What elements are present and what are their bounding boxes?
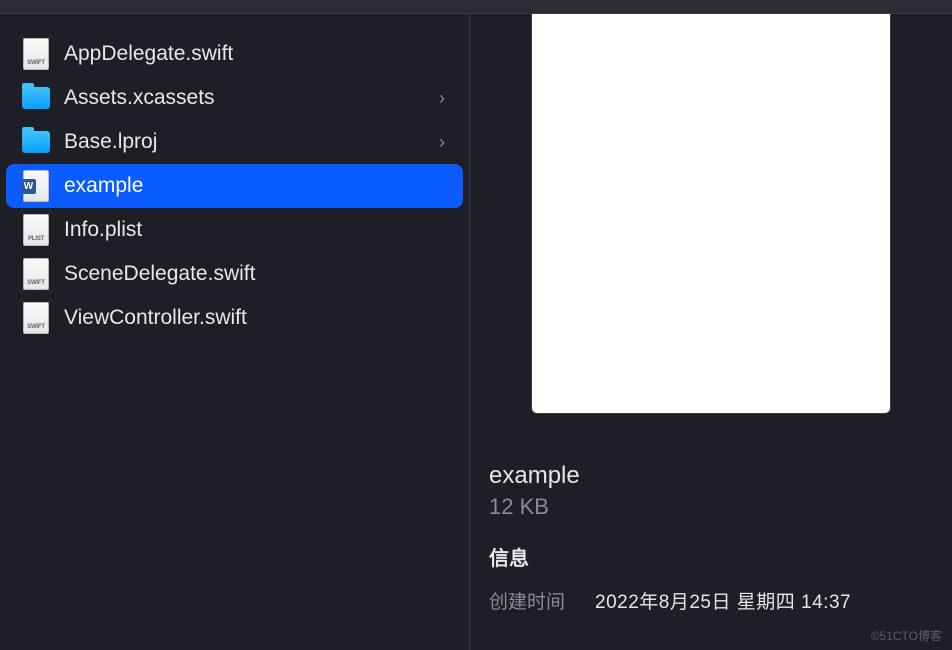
file-name-label: Assets.xcassets [64,86,439,110]
chevron-right-icon: › [439,132,451,153]
swift-file-icon: SWIFT [22,37,50,71]
file-row[interactable]: SWIFT ViewController.swift [6,296,463,340]
main-content: SWIFT AppDelegate.swift Assets.xcassets … [0,14,952,650]
preview-file-size: 12 KB [489,494,937,520]
info-section-heading: 信息 [489,542,937,571]
plist-file-icon: PLIST [22,213,50,247]
info-value-created: 2022年8月25日 星期四 14:37 [595,587,851,614]
preview-file-name: example [489,462,937,490]
preview-panel: example 12 KB 信息 创建时间 2022年8月25日 星期四 14:… [470,14,952,650]
chevron-right-icon: › [439,88,451,109]
file-row[interactable]: PLIST Info.plist [6,208,463,252]
file-name-label: Info.plist [64,218,451,242]
preview-thumbnail[interactable] [531,14,891,414]
word-file-icon [22,169,50,203]
folder-icon [22,125,50,159]
swift-file-icon: SWIFT [22,301,50,335]
file-name-label: SceneDelegate.swift [64,262,451,286]
preview-meta: example 12 KB 信息 创建时间 2022年8月25日 星期四 14:… [485,462,937,614]
window-toolbar [0,0,952,14]
watermark: ©51CTO博客 [871,627,942,644]
file-name-label: AppDelegate.swift [64,42,451,66]
info-row-created: 创建时间 2022年8月25日 星期四 14:37 [489,587,937,614]
file-name-label: example [64,174,451,198]
file-row[interactable]: Assets.xcassets › [6,76,463,120]
file-row-selected[interactable]: example [6,164,463,208]
swift-file-icon: SWIFT [22,257,50,291]
file-name-label: ViewController.swift [64,306,451,330]
file-row[interactable]: SWIFT AppDelegate.swift [6,32,463,76]
file-list: SWIFT AppDelegate.swift Assets.xcassets … [0,14,470,650]
file-name-label: Base.lproj [64,130,439,154]
info-label-created: 创建时间 [489,587,565,614]
file-row[interactable]: Base.lproj › [6,120,463,164]
file-row[interactable]: SWIFT SceneDelegate.swift [6,252,463,296]
folder-icon [22,81,50,115]
